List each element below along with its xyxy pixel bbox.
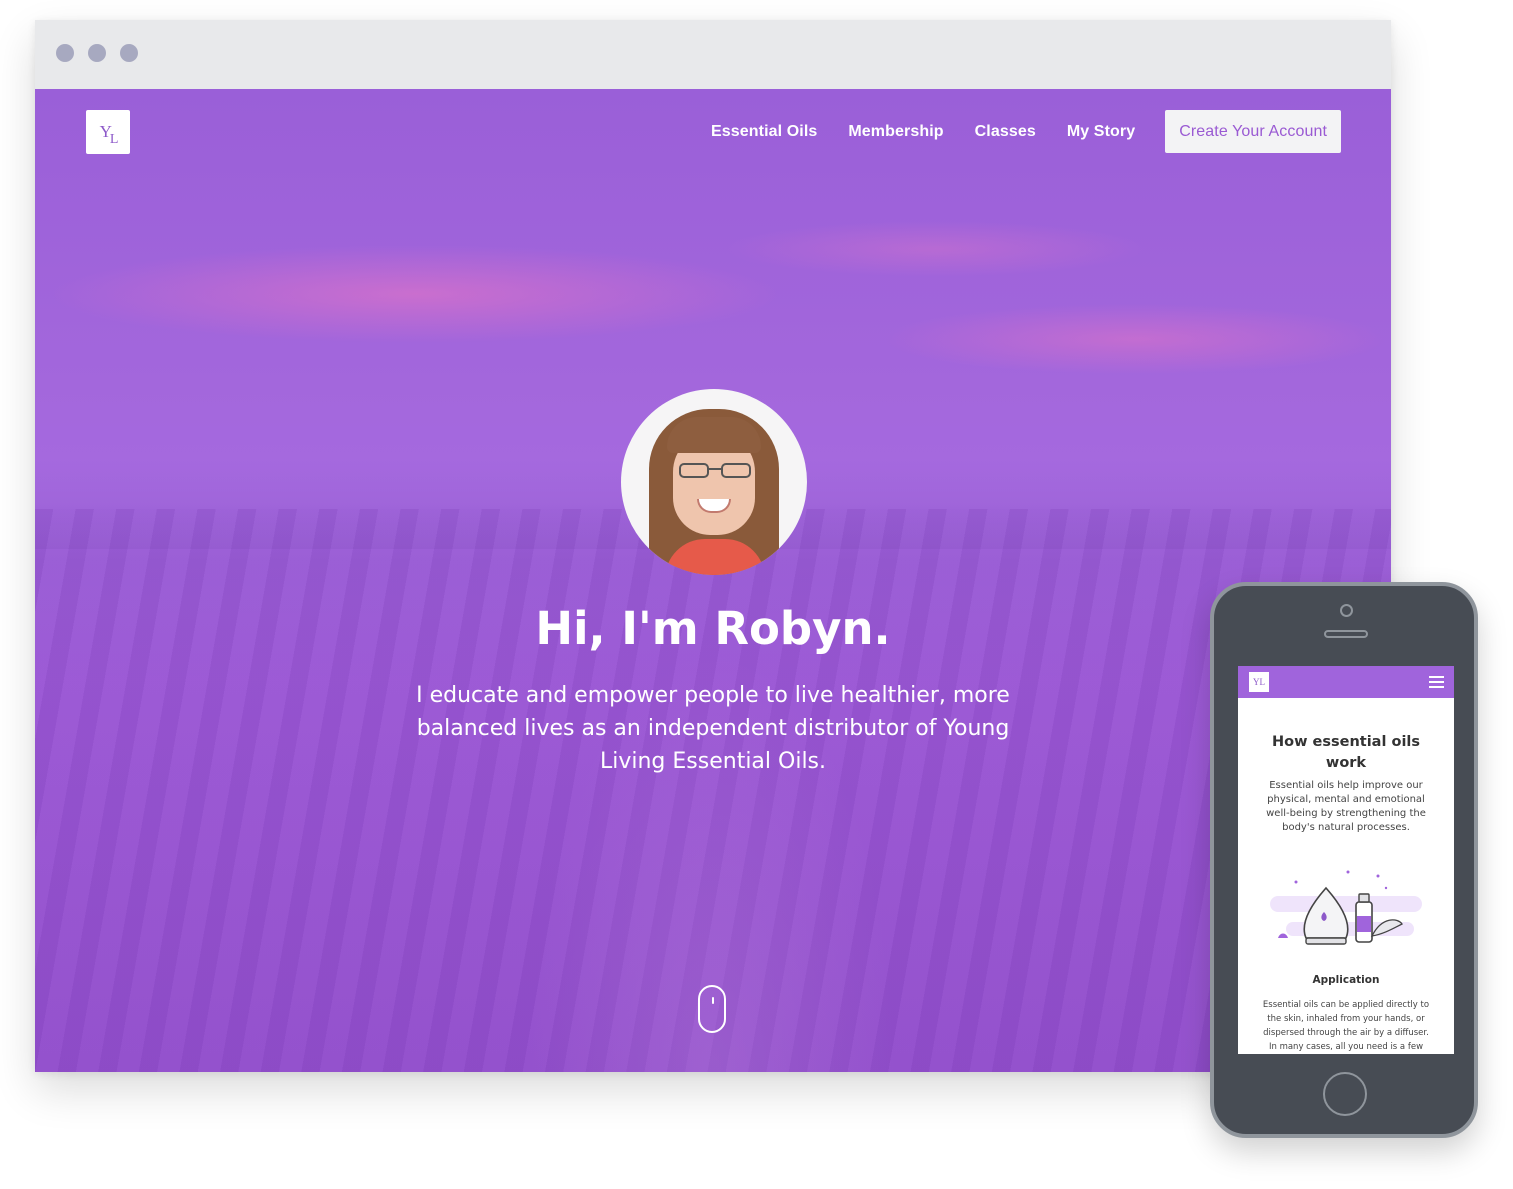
speaker-grille <box>1324 630 1368 638</box>
window-control-maximize[interactable] <box>120 44 138 62</box>
mobile-subheading: Application <box>1312 974 1380 986</box>
mouse-scroll-icon[interactable] <box>698 985 726 1033</box>
menu-line <box>1429 681 1444 683</box>
mobile-section-text: Essential oils help improve our physical… <box>1266 780 1426 833</box>
hero-section: YL Essential Oils Membership Classes My … <box>35 89 1391 1072</box>
mobile-logo[interactable]: YL <box>1249 672 1269 692</box>
glasses-lens-right <box>721 463 751 478</box>
mobile-section-title: How essential oils work <box>1271 734 1421 771</box>
site-logo[interactable]: YL <box>86 110 130 154</box>
phone-screen: YL How essential oils work Essential oil… <box>1238 666 1454 1054</box>
avatar-glasses <box>679 463 751 479</box>
camera-icon <box>1340 604 1353 617</box>
profile-avatar <box>621 389 807 575</box>
avatar-bangs <box>667 417 761 453</box>
window-control-close[interactable] <box>56 44 74 62</box>
nav-link-essential-oils[interactable]: Essential Oils <box>711 123 817 141</box>
yl-logo-icon: YL <box>99 122 119 147</box>
main-nav: Essential Oils Membership Classes My Sto… <box>711 110 1341 153</box>
mouse-wheel <box>712 997 714 1004</box>
nav-link-classes[interactable]: Classes <box>975 123 1036 141</box>
hero-title: Hi, I'm Robyn. <box>535 602 891 655</box>
diffuser-and-bottle-illustration <box>1270 870 1422 945</box>
create-account-button[interactable]: Create Your Account <box>1165 110 1341 153</box>
window-control-minimize[interactable] <box>88 44 106 62</box>
nav-link-membership[interactable]: Membership <box>848 123 943 141</box>
glasses-lens-left <box>679 463 709 478</box>
menu-line <box>1429 686 1444 688</box>
browser-titlebar <box>35 20 1391 89</box>
menu-line <box>1429 676 1444 678</box>
hero-description: I educate and empower people to live hea… <box>416 683 1010 774</box>
phone-mockup: YL How essential oils work Essential oil… <box>1210 582 1478 1138</box>
glasses-bridge <box>709 468 721 470</box>
mobile-subtext: Essential oils can be applied directly t… <box>1262 1000 1430 1052</box>
home-button[interactable] <box>1323 1072 1367 1116</box>
hamburger-menu-icon[interactable] <box>1429 676 1444 688</box>
mobile-header: YL <box>1238 666 1454 698</box>
nav-link-my-story[interactable]: My Story <box>1067 123 1135 141</box>
browser-window: YL Essential Oils Membership Classes My … <box>35 20 1391 1072</box>
